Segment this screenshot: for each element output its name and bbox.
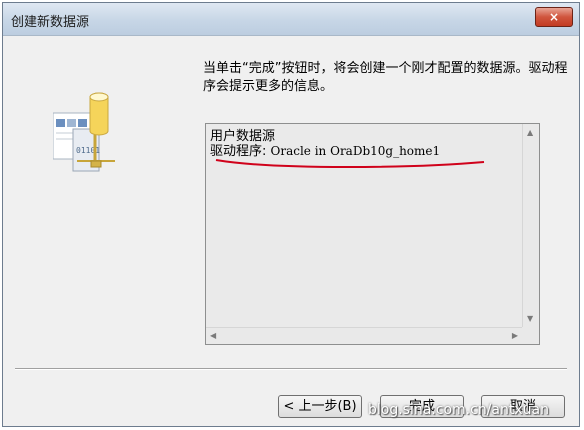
- data-source-type: 用户数据源: [210, 129, 276, 144]
- window-title: 创建新数据源: [11, 15, 90, 30]
- scroll-right-icon[interactable]: ▶: [512, 331, 518, 340]
- data-source-details-box[interactable]: 用户数据源 驱动程序: Oracle in OraDb10g_home1 ▲ ▼…: [205, 123, 540, 345]
- close-icon: ×: [548, 10, 560, 24]
- scroll-left-icon[interactable]: ◀: [210, 331, 216, 340]
- vertical-scrollbar[interactable]: ▲ ▼: [522, 124, 539, 327]
- red-annotation-underline: [215, 159, 485, 168]
- horizontal-scrollbar[interactable]: ◀ ▶: [206, 327, 522, 344]
- watermark: blog.sina.com.cn/antxuan: [368, 402, 549, 418]
- button-separator: [15, 368, 567, 370]
- scroll-corner: [522, 327, 539, 344]
- close-button[interactable]: ×: [535, 7, 573, 27]
- scroll-up-icon[interactable]: ▲: [527, 128, 533, 137]
- scroll-down-icon[interactable]: ▼: [527, 314, 533, 323]
- data-source-icon: 01101: [53, 92, 115, 172]
- back-button[interactable]: < 上一步(B): [278, 395, 362, 418]
- create-data-source-dialog: 创建新数据源 × 01101 当单击“完成”按钮时，将会创建一个刚才配置的数据源…: [2, 2, 580, 427]
- binary-code-text: 01101: [76, 146, 100, 155]
- completion-message: 当单击“完成”按钮时，将会创建一个刚才配置的数据源。驱动程序会提示更多的信息。: [203, 61, 568, 94]
- title-bar[interactable]: 创建新数据源 ×: [3, 3, 579, 36]
